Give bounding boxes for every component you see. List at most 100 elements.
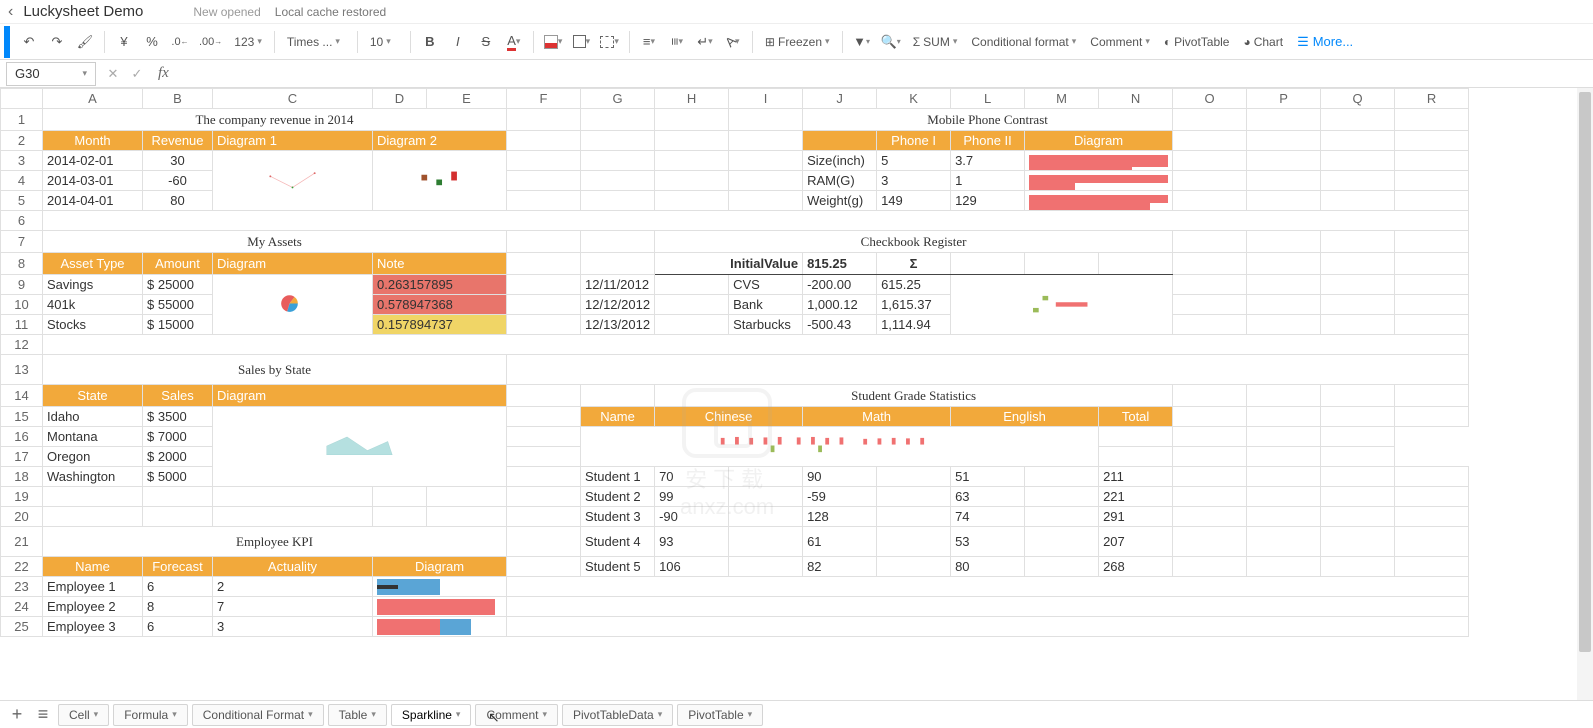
cell[interactable]: Month [43,131,143,151]
row-header[interactable]: 18 [1,467,43,487]
cell[interactable]: 106 [655,557,729,577]
strikethrough-button[interactable]: S [473,29,499,55]
cell[interactable]: 90 [803,467,877,487]
col-header[interactable]: L [951,89,1025,109]
cell[interactable]: Student 2 [581,487,655,507]
cell[interactable]: 1,000.12 [803,295,877,315]
all-sheets-icon[interactable]: ≡ [32,704,54,726]
cell[interactable] [803,131,877,151]
cell[interactable]: 51 [951,467,1025,487]
cell[interactable]: Bank [729,295,803,315]
select-all-corner[interactable] [1,89,43,109]
col-header[interactable]: J [803,89,877,109]
cell[interactable]: 63 [951,487,1025,507]
cell[interactable]: 12/12/2012 [581,295,655,315]
cell[interactable]: State [43,385,143,407]
tab-cell[interactable]: Cell▾ [58,704,109,726]
accept-formula-icon[interactable]: ✓ [128,66,146,82]
italic-button[interactable]: I [445,29,471,55]
cell[interactable]: 128 [803,507,877,527]
back-icon[interactable]: ‹ [8,3,13,21]
text-rotate-button[interactable]: A▾ [720,29,746,55]
cell[interactable]: CVS [729,275,803,295]
row-header[interactable]: 10 [1,295,43,315]
sparkline-hbar[interactable] [1025,171,1173,191]
cell[interactable]: 149 [877,191,951,211]
row-header[interactable]: 22 [1,557,43,577]
row-header[interactable]: 2 [1,131,43,151]
cell[interactable]: 3 [877,171,951,191]
vertical-scrollbar[interactable] [1577,88,1593,700]
row-header[interactable]: 6 [1,211,43,231]
title-checkbook[interactable]: Checkbook Register [655,231,1173,253]
tab-sparkline[interactable]: Sparkline▾ [391,704,472,726]
cell[interactable]: Washington [43,467,143,487]
spreadsheet-grid[interactable]: A B C D E F G H I J K L M N O P Q R 1 Th… [0,88,1469,637]
cell[interactable]: Employee 2 [43,597,143,617]
filter-icon[interactable]: ▼▾ [849,29,875,55]
find-icon[interactable]: 🔍▾ [877,29,905,55]
cell[interactable]: 221 [1099,487,1173,507]
cell[interactable]: 93 [655,527,729,557]
increase-decimal-button[interactable]: .00→ [195,29,226,55]
tab-pivottable[interactable]: PivotTable▾ [677,704,763,726]
pivot-button[interactable]: ◐ PivotTable [1158,35,1236,49]
cell[interactable]: 3.7 [951,151,1025,171]
title-kpi[interactable]: Employee KPI [43,527,507,557]
cell[interactable]: Montana [43,427,143,447]
cell[interactable]: 0.263157895 [373,275,507,295]
row-header[interactable]: 16 [1,427,43,447]
cell[interactable]: Phone II [951,131,1025,151]
cell[interactable]: 53 [951,527,1025,557]
fill-color-button[interactable]: ▾ [540,29,567,55]
number-format-dropdown[interactable]: 123▾ [228,35,268,49]
font-size-dropdown[interactable]: 10▾ [364,35,404,49]
cell[interactable]: -90 [655,507,729,527]
row-header[interactable]: 23 [1,577,43,597]
cell[interactable]: Savings [43,275,143,295]
col-header[interactable]: K [877,89,951,109]
tab-table[interactable]: Table▾ [328,704,387,726]
col-header[interactable]: G [581,89,655,109]
cell[interactable]: Note [373,253,507,275]
cell[interactable]: 12/11/2012 [581,275,655,295]
cell[interactable]: Math [803,407,951,427]
cell[interactable]: 82 [803,557,877,577]
sparkline-line[interactable] [213,151,373,211]
cell[interactable]: 3 [213,617,373,637]
cell[interactable]: Stocks [43,315,143,335]
cell[interactable]: 815.25 [803,253,877,275]
cell[interactable]: English [951,407,1099,427]
cell[interactable]: 0.578947368 [373,295,507,315]
cell[interactable]: $ 3500 [143,407,213,427]
cell[interactable]: RAM(G) [803,171,877,191]
cell[interactable]: Student 5 [581,557,655,577]
row-header[interactable]: 17 [1,447,43,467]
row-header[interactable]: 11 [1,315,43,335]
cell[interactable]: Actuality [213,557,373,577]
row-header[interactable]: 24 [1,597,43,617]
cell[interactable]: Amount [143,253,213,275]
col-header[interactable]: I [729,89,803,109]
borders-button[interactable]: ▾ [568,29,594,55]
sheet-area[interactable]: A B C D E F G H I J K L M N O P Q R 1 Th… [0,88,1593,706]
cell[interactable]: 12/13/2012 [581,315,655,335]
cell[interactable]: Employee 1 [43,577,143,597]
currency-button[interactable]: ¥ [111,29,137,55]
sparkline-columns[interactable] [581,427,1099,467]
cell[interactable]: 2014-03-01 [43,171,143,191]
cell[interactable]: Student 1 [581,467,655,487]
cell[interactable]: Oregon [43,447,143,467]
comment-dropdown[interactable]: Comment▾ [1084,35,1156,49]
cell[interactable]: $ 15000 [143,315,213,335]
cell[interactable]: Σ [877,253,951,275]
cell[interactable]: Forecast [143,557,213,577]
cell[interactable]: Asset Type [43,253,143,275]
cell[interactable]: $ 5000 [143,467,213,487]
h-align-button[interactable]: ≡▾ [636,29,662,55]
cell[interactable]: 2 [213,577,373,597]
name-box[interactable]: G30▾ [6,62,96,86]
cell[interactable]: $ 25000 [143,275,213,295]
cell[interactable]: -59 [803,487,877,507]
bold-button[interactable]: B [417,29,443,55]
